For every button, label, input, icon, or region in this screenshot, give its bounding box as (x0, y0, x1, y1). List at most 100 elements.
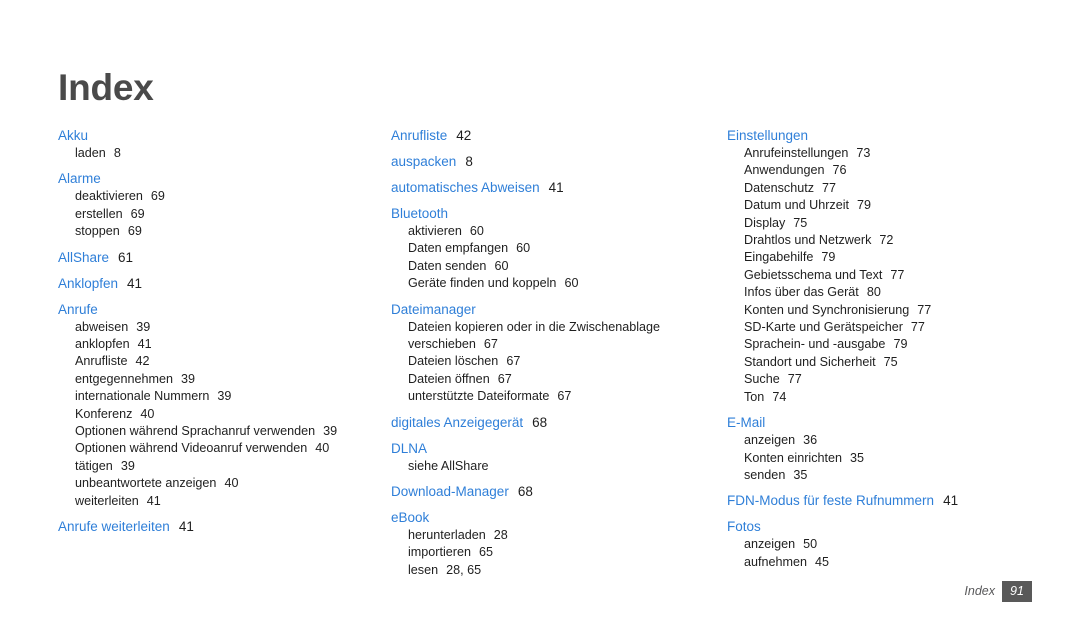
index-subentry[interactable]: herunterladen 28 (391, 527, 716, 544)
index-subentry-label: internationale Nummern (75, 389, 210, 404)
index-entry-heading[interactable]: Einstellungen (727, 126, 1037, 145)
index-entry-heading[interactable]: Download-Manager 68 (391, 482, 716, 501)
index-entry-heading[interactable]: E-Mail (727, 413, 1037, 432)
index-entry-heading[interactable]: Anklopfen 41 (58, 274, 378, 293)
index-subentry-label: Konferenz (75, 406, 133, 421)
index-subentry[interactable]: anklopfen 41 (58, 336, 378, 353)
index-subentry[interactable]: Datenschutz 77 (727, 180, 1037, 197)
index-subentry-label: Drahtlos und Netzwerk (744, 233, 872, 248)
index-subentry[interactable]: Dateien löschen 67 (391, 353, 716, 370)
index-group: Alarme deaktivieren 69 erstellen 69 stoppen 69 (58, 169, 378, 240)
index-entry-heading[interactable]: AllShare 61 (58, 248, 378, 267)
index-subentry-label: Display (744, 215, 786, 230)
index-entry-heading[interactable]: Anrufe (58, 300, 378, 319)
index-subentry[interactable]: Standort und Sicherheit 75 (727, 354, 1037, 371)
index-subentry[interactable]: Geräte finden und koppeln 60 (391, 275, 716, 292)
index-subentry[interactable]: Konferenz 40 (58, 406, 378, 423)
index-page-reference: 69 (130, 206, 145, 221)
index-entry-heading[interactable]: Dateimanager (391, 300, 716, 319)
index-subentry[interactable]: importieren 65 (391, 544, 716, 561)
index-page-reference: 79 (857, 198, 872, 213)
index-subentry[interactable]: Anrufeinstellungen 73 (727, 145, 1037, 162)
index-entry-heading[interactable]: DLNA (391, 439, 716, 458)
index-subentry[interactable]: internationale Nummern 39 (58, 388, 378, 405)
index-subentry-label: Dateien löschen (408, 354, 499, 369)
index-entry-heading[interactable]: Alarme (58, 169, 378, 188)
index-subentry[interactable]: Dateien kopieren oder in die Zwischenabl… (391, 319, 716, 354)
index-entry-heading[interactable]: Anrufliste 42 (391, 126, 716, 145)
index-entry-heading[interactable]: automatisches Abweisen 41 (391, 178, 716, 197)
index-page-reference: 77 (917, 302, 932, 317)
index-subentry[interactable]: anzeigen 50 (727, 536, 1037, 553)
index-subentry[interactable]: Sprachein- und -ausgabe 79 (727, 336, 1037, 353)
index-subentry[interactable]: erstellen 69 (58, 206, 378, 223)
index-entry-heading[interactable]: FDN-Modus für feste Rufnummern 41 (727, 491, 1037, 510)
index-subentry-list: siehe AllShare (391, 458, 716, 475)
index-subentry-list: anzeigen 36 Konten einrichten 35 senden 35 (727, 432, 1037, 484)
index-subentry-label: SD-Karte und Gerätspeicher (744, 320, 903, 335)
index-page-reference: 41 (127, 275, 143, 291)
index-group: Fotos anzeigen 50 aufnehmen 45 (727, 517, 1037, 571)
index-subentry[interactable]: Anrufliste 42 (58, 353, 378, 370)
index-page-reference: 60 (516, 241, 531, 256)
index-entry-label: FDN-Modus für feste Rufnummern (727, 493, 935, 509)
index-column-3: Einstellungen Anrufeinstellungen 73 Anwendu… (727, 126, 1037, 571)
index-entry-heading[interactable]: Bluetooth (391, 204, 716, 223)
index-subentry[interactable]: Optionen während Videoanruf verwenden 40 (58, 440, 378, 457)
index-entry-heading[interactable]: Fotos (727, 517, 1037, 536)
index-subentry[interactable]: Drahtlos und Netzwerk 72 (727, 232, 1037, 249)
index-subentry[interactable]: Infos über das Gerät 80 (727, 284, 1037, 301)
index-subentry[interactable]: aktivieren 60 (391, 223, 716, 240)
index-subentry[interactable]: unbeantwortete anzeigen 40 (58, 475, 378, 492)
index-subentry[interactable]: Anwendungen 76 (727, 162, 1037, 179)
index-entry-heading[interactable]: auspacken 8 (391, 152, 716, 171)
index-subentry[interactable]: Daten senden 60 (391, 258, 716, 275)
index-subentry[interactable]: unterstützte Dateiformate 67 (391, 388, 716, 405)
index-subentry[interactable]: Daten empfangen 60 (391, 240, 716, 257)
index-subentry[interactable]: tätigen 39 (58, 458, 378, 475)
index-subentry[interactable]: Dateien öffnen 67 (391, 371, 716, 388)
index-subentry[interactable]: abweisen 39 (58, 319, 378, 336)
index-page-reference: 67 (497, 371, 512, 386)
index-subentry[interactable]: anzeigen 36 (727, 432, 1037, 449)
index-page-reference: 39 (136, 319, 151, 334)
index-subentry[interactable]: Konten und Synchronisierung 77 (727, 302, 1037, 319)
page-title: Index (58, 66, 154, 108)
index-subentry[interactable]: Suche 77 (727, 371, 1037, 388)
index-subentry[interactable]: Eingabehilfe 79 (727, 249, 1037, 266)
index-subentry[interactable]: entgegennehmen 39 (58, 371, 378, 388)
index-subentry[interactable]: Konten einrichten 35 (727, 450, 1037, 467)
index-subentry[interactable]: laden 8 (58, 145, 378, 162)
index-page-reference: 40 (140, 406, 155, 421)
index-page-reference: 28, 65 (446, 562, 482, 577)
index-page-reference: 8 (465, 154, 473, 169)
index-subentry[interactable]: senden 35 (727, 467, 1037, 484)
index-page-reference: 35 (850, 450, 865, 465)
index-subentry-label: tätigen (75, 458, 113, 473)
index-subentry[interactable]: deaktivieren 69 (58, 188, 378, 205)
index-subentry-list: abweisen 39 anklopfen 41 Anrufliste 42 entgege… (58, 319, 378, 510)
index-page-reference: 67 (557, 389, 572, 404)
index-subentry[interactable]: Optionen während Sprachanruf verwenden 39 (58, 423, 378, 440)
index-entry-heading[interactable]: Akku (58, 126, 378, 145)
index-subentry[interactable]: lesen 28, 65 (391, 562, 716, 579)
index-subentry[interactable]: Datum und Uhrzeit 79 (727, 197, 1037, 214)
index-subentry[interactable]: SD-Karte und Gerätspeicher 77 (727, 319, 1037, 336)
index-entry-heading[interactable]: eBook (391, 508, 716, 527)
index-entry-heading[interactable]: digitales Anzeigegerät 68 (391, 413, 716, 432)
index-subentry[interactable]: Gebietsschema und Text 77 (727, 267, 1037, 284)
index-subentry[interactable]: Ton 74 (727, 389, 1037, 406)
index-page-reference: 79 (893, 337, 908, 352)
index-subentry[interactable]: weiterleiten 41 (58, 493, 378, 510)
index-subentry[interactable]: stoppen 69 (58, 223, 378, 240)
index-entry-heading[interactable]: Anrufe weiterleiten 41 (58, 517, 378, 536)
index-group: Anklopfen 41 (58, 274, 378, 293)
index-page-reference: 39 (181, 371, 196, 386)
index-entry-label: Dateimanager (391, 301, 476, 317)
index-subentry[interactable]: Display 75 (727, 215, 1037, 232)
index-page-reference: 67 (506, 354, 521, 369)
index-page-reference: 41 (146, 493, 161, 508)
index-subentry[interactable]: aufnehmen 45 (727, 554, 1037, 571)
index-subentry[interactable]: siehe AllShare (391, 458, 716, 475)
index-subentry-label: anzeigen (744, 537, 796, 552)
